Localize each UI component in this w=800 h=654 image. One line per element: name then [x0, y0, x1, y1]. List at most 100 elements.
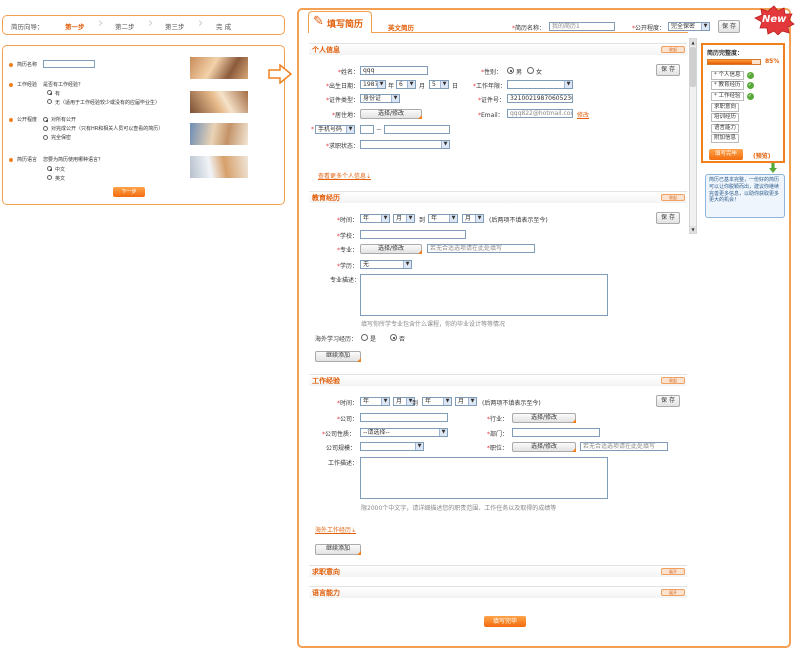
edu-start-year-select[interactable]: 年 ▼	[360, 214, 390, 223]
page-title: 填写简历	[327, 20, 364, 30]
tab-english-resume[interactable]: 英文简历	[388, 22, 414, 32]
major-custom-input[interactable]: 若无合适选项请在此处填写	[427, 244, 535, 253]
form-scrollbar[interactable]: ▲ ▼	[689, 38, 697, 234]
edu-end-year-select[interactable]: 年 ▼	[428, 214, 458, 223]
completeness-item[interactable]: 语言能力	[711, 123, 781, 134]
wizard-work-exp-yes-radio[interactable]	[47, 90, 52, 95]
section-language-title: 语言能力	[312, 589, 340, 597]
completeness-item[interactable]: * 教育经历 ✓	[711, 81, 781, 92]
wizard-step-2[interactable]: 第二步	[115, 21, 135, 31]
residence-select-button[interactable]: 选择/修改	[360, 109, 422, 119]
scroll-thumb[interactable]	[690, 47, 696, 87]
birth-day-select[interactable]: 5 ▼	[429, 80, 449, 89]
overseas-study-no-label: 否	[399, 336, 406, 343]
personal-collapse-button[interactable]: 收起	[661, 46, 685, 53]
intent-expand-button[interactable]: 展开	[661, 568, 685, 575]
gender-female-radio[interactable]	[527, 67, 534, 74]
sidebar-finish-button[interactable]: 填写完毕	[709, 149, 743, 160]
position-custom-input[interactable]: 若无合适选项请在此处填写	[580, 442, 668, 451]
completeness-item[interactable]: 求职意向	[711, 102, 781, 113]
work-years-select[interactable]: ▼	[507, 80, 573, 89]
degree-select[interactable]: 无 ▼	[360, 260, 412, 269]
wizard-lang-cn-radio[interactable]	[47, 166, 52, 171]
id-number-input[interactable]: 321002198706052360	[507, 94, 573, 103]
scroll-down-arrow[interactable]: ▼	[690, 226, 696, 233]
work-to-label: 到	[412, 400, 419, 407]
work-save-button[interactable]: 保 存	[656, 395, 680, 407]
overseas-study-yes-radio[interactable]	[361, 334, 368, 341]
overseas-study-no-radio[interactable]	[390, 334, 397, 341]
company-size-select[interactable]: ▼	[360, 442, 424, 451]
position-select-button[interactable]: 选择/修改	[512, 442, 576, 452]
more-personal-info-link[interactable]: 查看更多个人信息⇣	[318, 171, 371, 180]
wizard-work-exp-no-radio[interactable]	[47, 99, 52, 104]
work-desc-textarea[interactable]	[360, 457, 608, 499]
work-start-year-select[interactable]: 年 ▼	[360, 397, 390, 406]
email-modify-link[interactable]: 修改	[577, 110, 589, 119]
phone-area-input[interactable]	[360, 125, 374, 134]
education-save-button[interactable]: 保 存	[656, 212, 680, 224]
completeness-item[interactable]: * 个人信息 ✓	[711, 70, 781, 81]
completeness-item[interactable]: 培训经历	[711, 112, 781, 123]
work-end-month-select[interactable]: 月 ▼	[455, 397, 477, 406]
gender-male-radio[interactable]	[507, 67, 514, 74]
wizard-resume-name-input[interactable]	[43, 60, 95, 68]
personal-save-button[interactable]: 保 存	[656, 64, 680, 76]
birth-month-select[interactable]: 6 ▼	[396, 80, 416, 89]
edu-desc-hint: 填写你所学专业包含什么课程，你的毕业设计等等情况	[361, 321, 506, 328]
overseas-work-link[interactable]: 海外工作经历⇣	[315, 525, 356, 534]
public-level-label: *公开程度：	[632, 25, 666, 32]
company-type-select[interactable]: --请选择-- ▼	[360, 428, 448, 437]
school-input[interactable]	[360, 230, 466, 239]
job-status-select[interactable]: ▼	[360, 140, 450, 149]
gender-label: *性别：	[481, 69, 503, 76]
wizard-photo-1	[190, 57, 248, 79]
id-type-select[interactable]: 身份证 ▼	[360, 94, 400, 103]
education-collapse-button[interactable]: 收起	[661, 194, 685, 201]
wizard-lang-en-radio[interactable]	[47, 175, 52, 180]
public-level-select[interactable]: 完全保密 ▼	[668, 22, 710, 31]
wizard-next-button[interactable]: 下一步	[113, 187, 145, 197]
completeness-item[interactable]: * 工作经验 ✓	[711, 91, 781, 102]
industry-label: *行业：	[487, 416, 509, 423]
language-expand-button[interactable]: 展开	[661, 589, 685, 596]
company-input[interactable]	[360, 413, 448, 422]
name-input[interactable]: qqq	[360, 66, 428, 75]
completeness-item-label: 附加信息	[711, 134, 740, 144]
work-collapse-button[interactable]: 收起	[661, 377, 685, 384]
wizard-step-4[interactable]: 完 成	[216, 21, 231, 31]
major-select-button[interactable]: 选择/修改	[360, 244, 422, 254]
wizard-work-exp-yes-label: 有	[55, 91, 61, 97]
wizard-step-3[interactable]: 第三步	[165, 21, 185, 31]
phone-type-select[interactable]: 手机号码 ▼	[315, 125, 355, 134]
work-add-more-button[interactable]: 继续添加	[315, 544, 361, 555]
birth-year-select[interactable]: 1987 ▼	[360, 80, 386, 89]
edu-add-more-button[interactable]: 继续添加	[315, 351, 361, 362]
wizard-resume-name-label: 简历名称	[17, 62, 38, 68]
industry-select-button[interactable]: 选择/修改	[512, 413, 576, 423]
department-input[interactable]	[512, 428, 600, 437]
completeness-item-label: * 个人信息	[711, 70, 744, 80]
wizard-public-opt2-label: 对完成公开（只有HR和相关人员可以查看的简历）	[51, 126, 164, 132]
wizard-public-opt2-radio[interactable]	[43, 126, 48, 131]
tab-fill-resume[interactable]: ✎ 填写简历	[308, 11, 372, 33]
wizard-step-1[interactable]: 第一步	[65, 21, 85, 31]
edu-end-month-select[interactable]: 月 ▼	[462, 214, 484, 223]
resume-name-input[interactable]: 我的简历1	[549, 22, 615, 31]
company-type-label: *公司性质：	[322, 431, 356, 438]
completeness-item[interactable]: 附加信息	[711, 134, 781, 145]
wizard-public-opt3-radio[interactable]	[43, 135, 48, 140]
work-end-year-select[interactable]: 年 ▼	[422, 397, 452, 406]
overseas-study-yes-label: 是	[370, 336, 377, 343]
edu-start-month-select[interactable]: 月 ▼	[393, 214, 415, 223]
wizard-public-opt1-radio[interactable]	[43, 117, 48, 122]
resume-name-label: *简历名称：	[512, 25, 546, 32]
finish-button[interactable]: 填写完毕	[484, 616, 526, 627]
completeness-progress-bar	[707, 59, 761, 65]
header-save-button[interactable]: 保 存	[718, 20, 740, 33]
sidebar-preview-link[interactable]: (预览)	[753, 151, 771, 160]
edu-desc-textarea[interactable]	[360, 274, 608, 316]
scroll-up-arrow[interactable]: ▲	[690, 39, 696, 46]
email-input[interactable]: qqq822@hotmail.com	[507, 109, 573, 118]
phone-number-input[interactable]	[384, 125, 450, 134]
